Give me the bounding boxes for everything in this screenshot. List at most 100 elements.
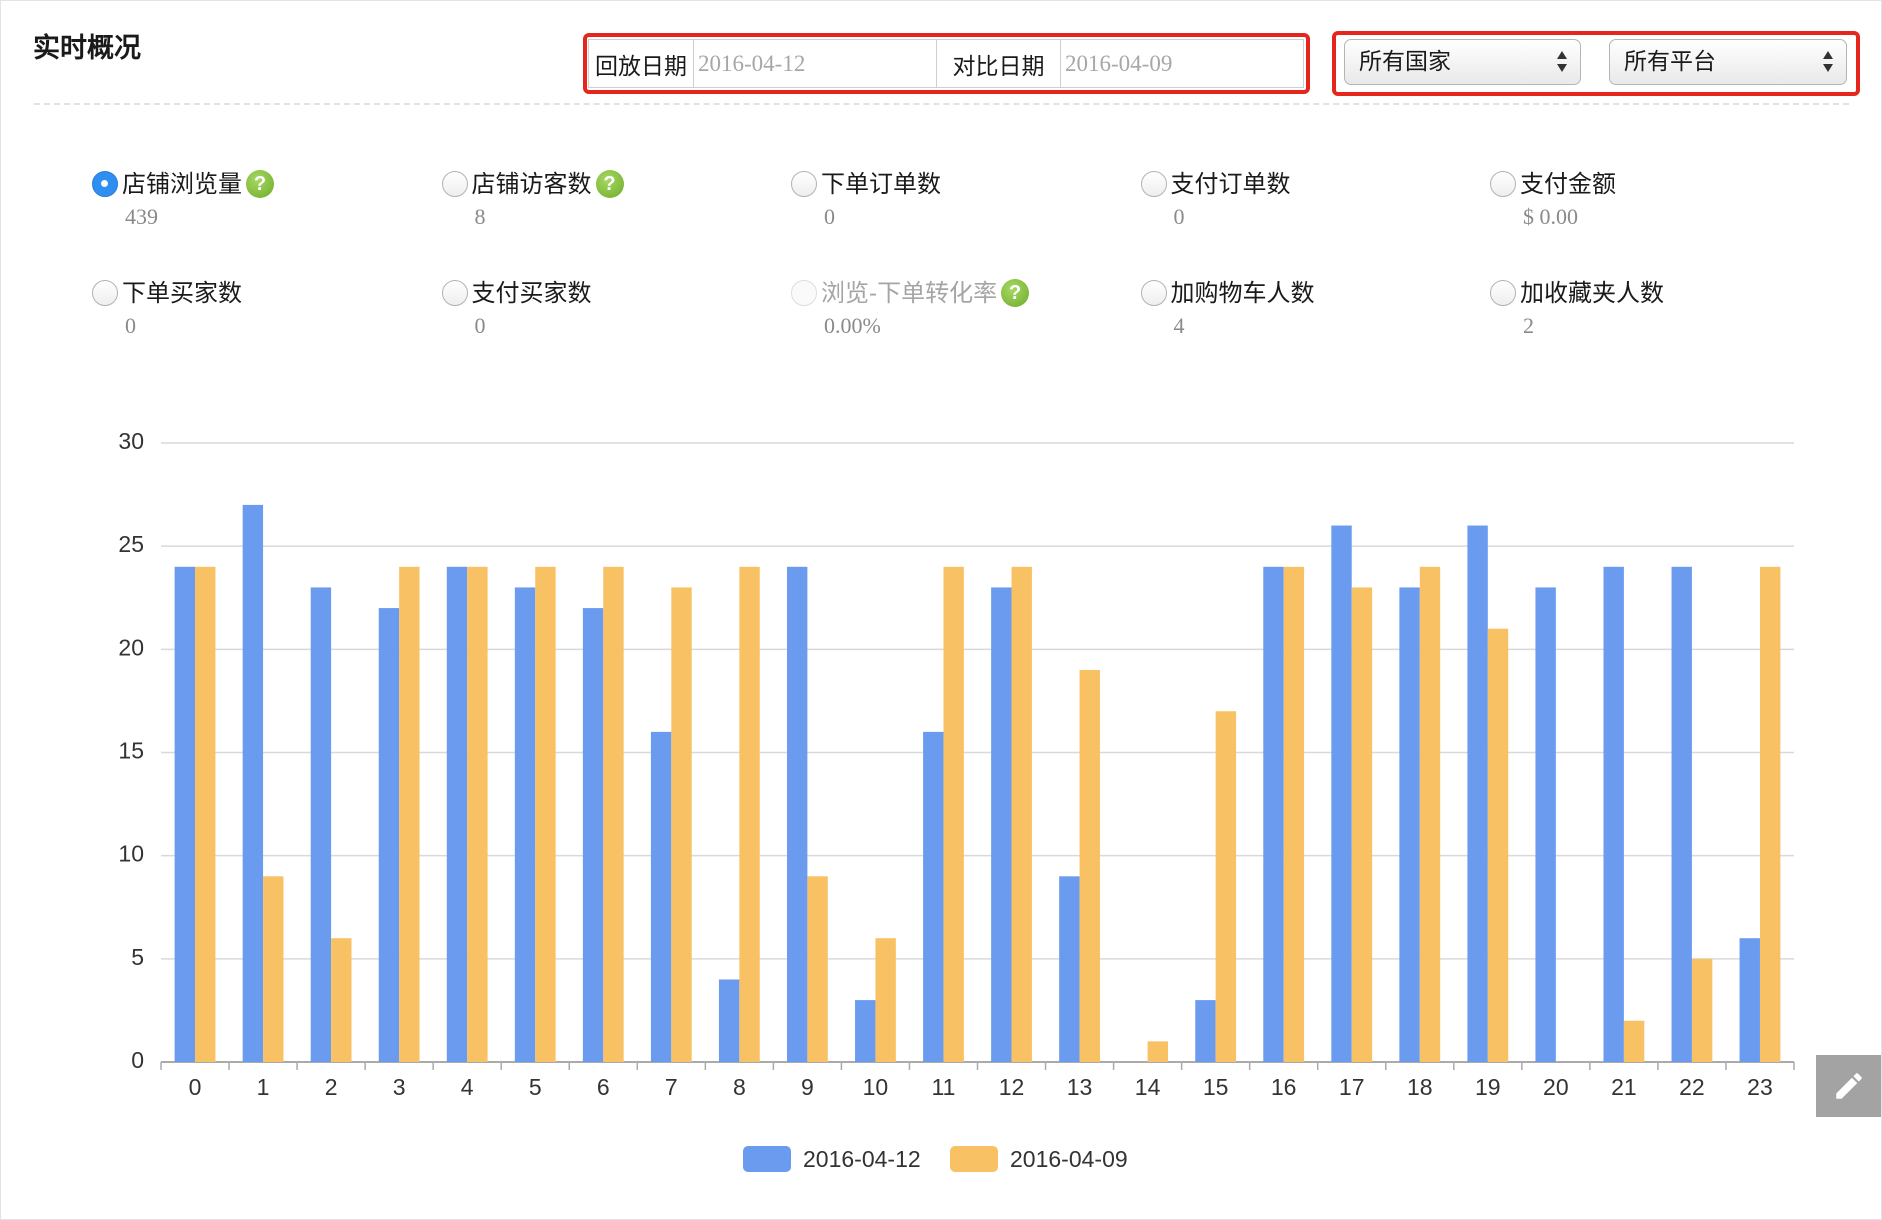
legend-item-series-1[interactable]: 2016-04-12 xyxy=(743,1144,921,1174)
bar-2016-04-12-4 xyxy=(446,566,468,1062)
date-highlight-frame xyxy=(583,33,1310,94)
legend-swatch xyxy=(950,1146,998,1172)
bar-2016-04-09-1 xyxy=(263,876,284,1062)
metric-label: 加购物车人数 xyxy=(1170,279,1315,307)
x-tick-label: 9 xyxy=(801,1074,814,1100)
x-tick-label: 17 xyxy=(1339,1074,1365,1100)
bar-2016-04-09-16 xyxy=(1283,566,1305,1062)
help-icon[interactable]: ? xyxy=(595,170,624,198)
bar-2016-04-09-21 xyxy=(1623,1020,1645,1062)
bar-2016-04-12-20 xyxy=(1535,587,1556,1062)
metric-store-visitors[interactable]: 店铺访客数? 8 xyxy=(441,166,782,246)
bar-2016-04-12-16 xyxy=(1263,566,1284,1062)
metric-label: 加收藏夹人数 xyxy=(1520,279,1664,307)
pencil-icon xyxy=(1836,1073,1862,1099)
metric-option-head: 店铺访客数? xyxy=(441,166,624,202)
radio-button[interactable] xyxy=(92,280,118,306)
metric-payment-amount[interactable]: 支付金额 $ 0.00 xyxy=(1490,166,1830,246)
radio-button[interactable] xyxy=(1490,171,1516,197)
metric-label: 店铺访客数 xyxy=(471,170,592,198)
metric-value: 0 xyxy=(474,313,486,338)
y-tick-label: 10 xyxy=(118,841,144,867)
radio-button[interactable] xyxy=(1140,171,1167,197)
filter-highlight-frame xyxy=(1332,31,1860,96)
metric-orders-placed[interactable]: 下单订单数 0 xyxy=(791,166,1131,246)
bar-2016-04-09-22 xyxy=(1691,958,1713,1062)
help-icon[interactable]: ? xyxy=(246,170,274,198)
legend-item-series-2[interactable]: 2016-04-09 xyxy=(950,1144,1128,1174)
radio-button[interactable] xyxy=(441,280,468,306)
bar-2016-04-09-9 xyxy=(807,876,828,1062)
bar-2016-04-09-0 xyxy=(195,566,216,1062)
x-tick-label: 0 xyxy=(189,1074,202,1100)
x-tick-label: 15 xyxy=(1203,1074,1229,1100)
x-tick-label: 6 xyxy=(597,1074,610,1100)
metric-add-to-favorites-users[interactable]: 加收藏夹人数 2 xyxy=(1490,275,1830,355)
bar-2016-04-12-17 xyxy=(1331,525,1352,1062)
metric-value: 0.00% xyxy=(824,313,881,338)
metric-label: 浏览-下单转化率 xyxy=(821,279,998,307)
radio-button[interactable] xyxy=(1140,280,1167,306)
x-tick-label: 8 xyxy=(733,1074,746,1100)
realtime-overview-panel: 实时概况 回放日期 2016-04-12 对比日期 2016-04-09 所有国… xyxy=(0,0,1882,1220)
metric-buyers-ordered[interactable]: 下单买家数 0 xyxy=(92,275,432,355)
y-tick-label: 5 xyxy=(131,944,144,970)
metric-store-pageviews[interactable]: 店铺浏览量? 439 xyxy=(92,166,432,246)
radio-button xyxy=(791,280,817,306)
bar-2016-04-09-11 xyxy=(943,566,964,1062)
x-tick-label: 21 xyxy=(1611,1074,1637,1100)
x-tick-label: 20 xyxy=(1543,1074,1569,1100)
hourly-bar-chart: 0510152025300 1 2 3 4 5 6 7 8 9 10 11 12 13 14 15 16 17 18… xyxy=(118,428,1795,1100)
metric-value: 0 xyxy=(1173,204,1185,229)
bar-2016-04-09-7 xyxy=(671,587,692,1062)
metric-label: 支付订单数 xyxy=(1170,170,1291,198)
bar-2016-04-09-2 xyxy=(331,938,352,1062)
metric-add-to-cart-users[interactable]: 加购物车人数 4 xyxy=(1140,275,1481,355)
x-tick-label: 14 xyxy=(1135,1074,1161,1100)
metric-option-head: 支付金额 xyxy=(1490,166,1616,202)
bar-2016-04-09-5 xyxy=(535,566,556,1062)
edit-button[interactable] xyxy=(1816,1055,1881,1117)
legend-label: 2016-04-09 xyxy=(1010,1145,1128,1172)
metric-orders-paid[interactable]: 支付订单数 0 xyxy=(1140,166,1481,246)
radio-button[interactable] xyxy=(791,171,817,197)
metric-label: 支付金额 xyxy=(1520,170,1616,198)
bar-2016-04-12-12 xyxy=(991,587,1012,1062)
metric-option-head: 加购物车人数 xyxy=(1140,275,1315,311)
bar-2016-04-09-12 xyxy=(1011,566,1032,1062)
help-icon[interactable]: ? xyxy=(1001,279,1030,307)
x-tick-label: 23 xyxy=(1747,1074,1773,1100)
bar-2016-04-12-3 xyxy=(378,608,400,1062)
x-tick-label: 2 xyxy=(325,1074,338,1100)
bar-2016-04-09-6 xyxy=(603,566,624,1062)
bar-2016-04-09-3 xyxy=(399,566,420,1062)
x-tick-label: 22 xyxy=(1679,1074,1705,1100)
metric-option-head: 加收藏夹人数 xyxy=(1490,275,1664,311)
x-tick-label: 4 xyxy=(461,1074,474,1100)
radio-button[interactable] xyxy=(92,171,118,197)
bar-2016-04-09-19 xyxy=(1487,628,1509,1062)
header-divider xyxy=(34,103,1849,105)
x-tick-label: 16 xyxy=(1271,1074,1297,1100)
radio-button[interactable] xyxy=(441,171,468,197)
bar-2016-04-12-23 xyxy=(1739,938,1760,1062)
metric-value: 8 xyxy=(474,204,486,229)
metric-label: 店铺浏览量 xyxy=(122,170,242,198)
metric-value: 0 xyxy=(125,313,136,338)
radio-button[interactable] xyxy=(1490,280,1516,306)
bar-2016-04-09-18 xyxy=(1419,566,1441,1062)
metric-value: 0 xyxy=(824,204,835,229)
bar-2016-04-12-11 xyxy=(923,731,944,1062)
x-tick-label: 11 xyxy=(932,1074,956,1100)
bar-2016-04-09-15 xyxy=(1215,711,1237,1062)
bar-2016-04-12-21 xyxy=(1603,566,1624,1062)
bar-2016-04-12-6 xyxy=(582,608,604,1062)
bar-2016-04-09-8 xyxy=(739,566,760,1062)
metric-option-head: 浏览-下单转化率? xyxy=(791,275,1030,311)
metric-buyers-paid[interactable]: 支付买家数 0 xyxy=(441,275,782,355)
x-tick-label: 18 xyxy=(1407,1074,1433,1100)
bar-2016-04-09-23 xyxy=(1759,566,1781,1062)
x-tick-label: 19 xyxy=(1475,1074,1501,1100)
bar-2016-04-12-2 xyxy=(310,587,332,1062)
bar-2016-04-09-17 xyxy=(1351,587,1373,1062)
